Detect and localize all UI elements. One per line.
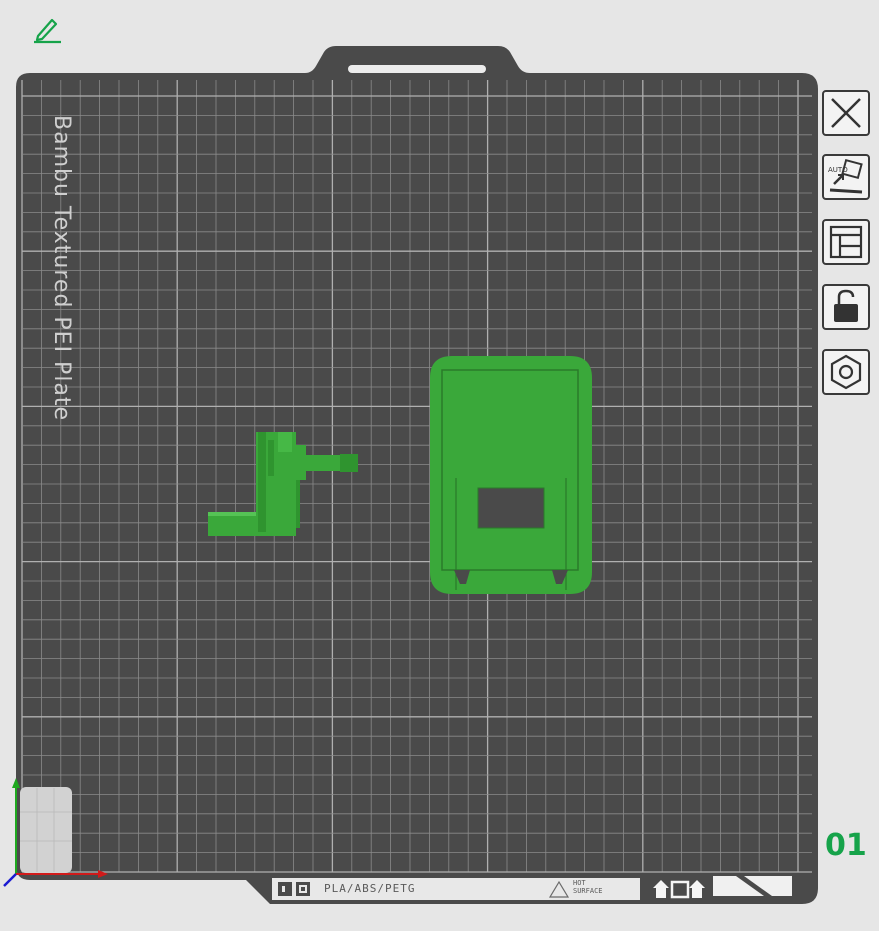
plate-settings-button[interactable] xyxy=(822,349,870,395)
plate-number: 01 xyxy=(825,828,867,863)
arrange-button[interactable] xyxy=(822,219,870,265)
close-icon xyxy=(831,98,861,128)
z-axis xyxy=(3,873,17,887)
lock-icon xyxy=(834,289,858,322)
svg-text:AUTO: AUTO xyxy=(828,166,848,174)
lock-button[interactable] xyxy=(822,284,870,330)
filament-compat-label: PLA/ABS/PETG xyxy=(324,882,416,895)
close-button[interactable] xyxy=(822,90,870,136)
auto-orient-icon: AUTO xyxy=(828,158,863,194)
plate-type-label: Bambu Textured PEI Plate xyxy=(49,115,74,422)
model-stand xyxy=(430,356,592,594)
hot-surface-line1: HOT xyxy=(573,879,586,887)
auto-orient-button[interactable]: AUTO xyxy=(822,154,870,200)
settings-nut-icon xyxy=(830,354,862,390)
hot-surface-label: HOT SURFACE xyxy=(573,879,603,895)
build-plate[interactable] xyxy=(0,0,879,931)
arrange-icon xyxy=(829,225,863,259)
hot-surface-line2: SURFACE xyxy=(573,887,603,895)
